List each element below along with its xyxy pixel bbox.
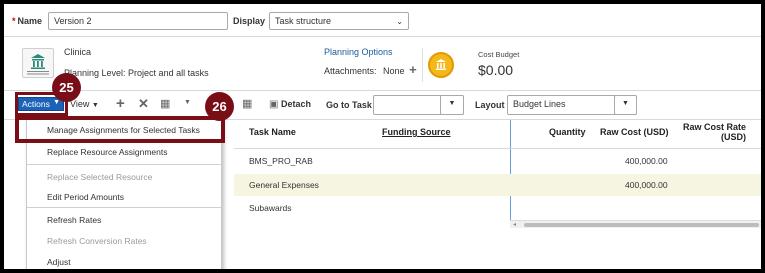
column-header-raw-cost-rate[interactable]: Raw Cost Rate (USD)	[680, 122, 746, 142]
column-header-funding-source[interactable]: Funding Source	[382, 127, 451, 137]
attachments-row: Attachments: None +	[324, 62, 417, 77]
scroll-left-icon[interactable]: ◂	[513, 221, 516, 228]
menu-item-edit-period-amounts[interactable]: Edit Period Amounts	[27, 187, 221, 207]
chevron-down-icon[interactable]: ▼	[184, 99, 191, 106]
menu-item-refresh-rates[interactable]: Refresh Rates	[27, 210, 221, 230]
menu-item-refresh-conversion-rates: Refresh Conversion Rates	[47, 236, 147, 246]
detach-icon: ▣	[269, 99, 279, 110]
add-icon[interactable]: +	[116, 95, 125, 112]
table-row[interactable]	[234, 149, 761, 171]
view-menu[interactable]: View ▼	[70, 99, 99, 109]
display-select-value: Task structure	[275, 16, 332, 26]
display-select[interactable]: Task structure ⌄	[269, 12, 409, 30]
cost-budget-label: Cost Budget	[478, 50, 520, 59]
chevron-down-icon: ▼	[91, 102, 99, 109]
attachments-value: None	[383, 66, 405, 76]
callout-badge: 25	[52, 73, 81, 102]
coins-icon	[428, 52, 454, 78]
menu-separator	[27, 207, 221, 208]
divider	[4, 90, 761, 91]
task-name-cell: BMS_PRO_RAB	[249, 156, 313, 166]
raw-cost-cell: 400,000.00	[625, 156, 668, 166]
column-header-raw-cost[interactable]: Raw Cost (USD)	[600, 127, 669, 137]
delete-icon[interactable]: ✕	[138, 96, 149, 112]
horizontal-scrollbar[interactable]: ◂	[510, 220, 761, 228]
chevron-down-icon: ⌄	[396, 17, 403, 26]
menu-item-adjust[interactable]: Adjust	[27, 252, 221, 269]
menu-separator	[27, 164, 221, 165]
building-icon	[22, 48, 54, 78]
column-header-task-name[interactable]: Task Name	[249, 127, 296, 137]
planning-level: Planning Level: Project and all tasks	[64, 68, 209, 78]
cost-budget-value: $0.00	[478, 62, 514, 78]
attachments-label: Attachments:	[324, 66, 377, 76]
add-attachment-icon[interactable]: +	[409, 62, 417, 77]
menu-item-replace-selected-resource: Replace Selected Resource	[47, 172, 153, 182]
highlight-manage-assignments	[15, 116, 225, 143]
table-row[interactable]	[234, 197, 761, 219]
raw-cost-cell: 400,000.00	[625, 180, 668, 190]
export-icon[interactable]: ▦	[160, 97, 170, 110]
detach-label: Detach	[280, 99, 311, 109]
task-name-cell: General Expenses	[249, 180, 319, 190]
divider	[4, 36, 761, 37]
goto-task-dropdown-icon[interactable]: ▼	[440, 95, 464, 115]
menu-item-replace-resource-assignments[interactable]: Replace Resource Assignments	[27, 142, 221, 162]
planning-options-link[interactable]: Planning Options	[324, 47, 393, 57]
display-label: Display	[233, 16, 266, 26]
name-label: * Name	[12, 16, 43, 26]
layout-label: Layout	[475, 100, 505, 110]
column-header-quantity[interactable]: Quantity	[549, 127, 586, 137]
name-input[interactable]: Version 2	[48, 12, 228, 30]
task-name-cell: Subawards	[249, 203, 292, 213]
calculator-icon[interactable]: ▦	[242, 97, 252, 110]
project-title: Clinica	[64, 47, 92, 57]
detach-button[interactable]: ▣ Detach	[269, 99, 311, 110]
layout-dropdown-icon[interactable]: ▼	[614, 95, 637, 115]
app-frame: * Name Version 2 Display Task structure ⌄…	[4, 4, 761, 269]
divider	[422, 48, 423, 82]
scrollbar-thumb[interactable]	[524, 223, 759, 227]
layout-select-value: Budget Lines	[513, 99, 566, 109]
goto-task-label: Go to Task	[326, 100, 372, 110]
callout-badge: 26	[205, 92, 234, 121]
